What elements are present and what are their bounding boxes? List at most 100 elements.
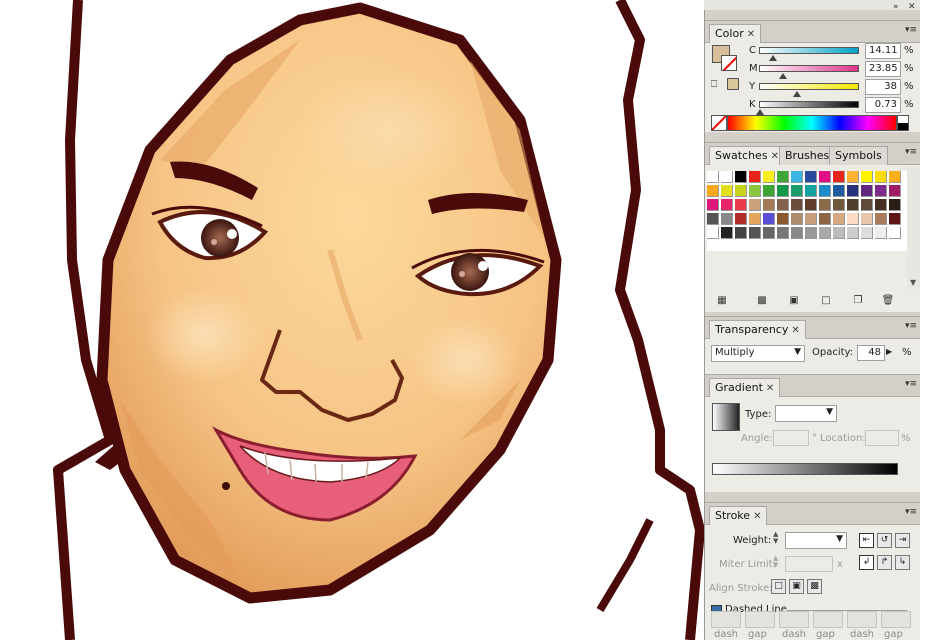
bevel-join-icon[interactable]: ↳ bbox=[895, 555, 910, 570]
delete-swatch-icon[interactable]: 🗑 bbox=[881, 295, 895, 308]
new-color-group-icon[interactable]: □ bbox=[819, 295, 833, 308]
slider-thumb[interactable] bbox=[793, 91, 801, 97]
artboard-canvas[interactable] bbox=[0, 0, 705, 640]
cube-icon[interactable]: ⎕ bbox=[711, 79, 717, 90]
panel-menu-icon[interactable]: ▾≡ bbox=[905, 508, 917, 518]
color-swatch[interactable] bbox=[707, 171, 719, 183]
color-swatch[interactable] bbox=[875, 227, 887, 239]
channel-slider[interactable] bbox=[759, 47, 859, 54]
color-swatch[interactable] bbox=[707, 227, 719, 239]
color-swatch[interactable] bbox=[749, 199, 761, 211]
color-swatch[interactable] bbox=[819, 213, 831, 225]
channel-value-input[interactable]: 14.11 bbox=[865, 43, 901, 59]
color-swatch[interactable] bbox=[819, 185, 831, 197]
color-swatch[interactable] bbox=[889, 199, 901, 211]
color-swatch[interactable] bbox=[847, 185, 859, 197]
align-outside-icon[interactable]: ▩ bbox=[807, 579, 822, 594]
color-swatch[interactable] bbox=[791, 171, 803, 183]
miter-limit-input[interactable] bbox=[785, 556, 833, 572]
color-swatch[interactable] bbox=[875, 185, 887, 197]
color-swatch[interactable] bbox=[791, 227, 803, 239]
color-swatch[interactable] bbox=[721, 171, 733, 183]
color-swatch[interactable] bbox=[791, 185, 803, 197]
color-swatch[interactable] bbox=[749, 227, 761, 239]
color-swatch[interactable] bbox=[861, 199, 873, 211]
tab-transparency[interactable]: Transparency ✕ bbox=[709, 320, 806, 339]
color-swatch[interactable] bbox=[791, 213, 803, 225]
panel-menu-icon[interactable]: ▾≡ bbox=[905, 148, 917, 158]
color-swatch[interactable] bbox=[735, 227, 747, 239]
swatch-libraries-icon[interactable]: ▦ bbox=[715, 295, 729, 308]
color-swatch[interactable] bbox=[833, 227, 845, 239]
swatch-options-icon[interactable]: ▣ bbox=[787, 295, 801, 308]
align-inside-icon[interactable]: ▣ bbox=[789, 579, 804, 594]
color-swatch[interactable] bbox=[889, 171, 901, 183]
channel-value-input[interactable]: 0.73 bbox=[865, 97, 901, 113]
color-swatch[interactable] bbox=[735, 171, 747, 183]
miter-stepper-icon[interactable]: ▲ ▼ bbox=[773, 555, 778, 569]
close-icon[interactable]: ✕ bbox=[747, 29, 755, 40]
color-swatch[interactable] bbox=[833, 199, 845, 211]
color-swatch[interactable] bbox=[875, 199, 887, 211]
color-swatch[interactable] bbox=[777, 171, 789, 183]
none-swatch[interactable] bbox=[711, 115, 727, 131]
color-swatch[interactable] bbox=[777, 227, 789, 239]
color-swatch[interactable] bbox=[749, 213, 761, 225]
butt-cap-icon[interactable]: ⇤ bbox=[859, 533, 874, 548]
miter-join-icon[interactable]: ↲ bbox=[859, 555, 874, 570]
channel-slider[interactable] bbox=[759, 65, 859, 72]
color-swatch[interactable] bbox=[833, 185, 845, 197]
color-swatch[interactable] bbox=[889, 213, 901, 225]
slider-thumb[interactable] bbox=[778, 73, 787, 79]
new-swatch-icon[interactable]: ❐ bbox=[851, 295, 865, 308]
close-icon[interactable]: ✕ bbox=[771, 151, 779, 162]
opacity-stepper-icon[interactable]: ▶ bbox=[886, 347, 892, 356]
color-swatch[interactable] bbox=[735, 185, 747, 197]
color-swatch[interactable] bbox=[861, 227, 873, 239]
channel-slider[interactable] bbox=[759, 101, 859, 108]
color-swatch[interactable] bbox=[861, 185, 873, 197]
color-swatch[interactable] bbox=[749, 185, 761, 197]
in-gamut-swatch[interactable] bbox=[727, 78, 739, 90]
color-swatch[interactable] bbox=[805, 185, 817, 197]
color-swatch[interactable] bbox=[861, 213, 873, 225]
close-icon[interactable]: ✕ bbox=[766, 383, 774, 394]
color-swatch[interactable] bbox=[763, 171, 775, 183]
color-swatch[interactable] bbox=[889, 185, 901, 197]
color-swatch[interactable] bbox=[833, 171, 845, 183]
panel-menu-icon[interactable]: ▾≡ bbox=[905, 322, 917, 332]
color-swatch[interactable] bbox=[721, 227, 733, 239]
color-swatch[interactable] bbox=[805, 227, 817, 239]
tab-stroke[interactable]: Stroke ✕ bbox=[709, 506, 768, 525]
slider-thumb[interactable] bbox=[769, 55, 778, 61]
color-swatch[interactable] bbox=[861, 171, 873, 183]
weight-select[interactable]: ▼ bbox=[785, 532, 847, 549]
blend-mode-select[interactable]: Multiply ▼ bbox=[711, 345, 805, 362]
tab-swatches[interactable]: Swatches ✕ bbox=[709, 146, 785, 165]
portrait-illustration[interactable] bbox=[0, 0, 705, 640]
color-swatch[interactable] bbox=[707, 199, 719, 211]
round-join-icon[interactable]: ↱ bbox=[877, 555, 892, 570]
close-icon[interactable]: ✕ bbox=[791, 325, 799, 336]
color-swatch[interactable] bbox=[819, 171, 831, 183]
color-swatch[interactable] bbox=[875, 171, 887, 183]
color-swatch[interactable] bbox=[763, 213, 775, 225]
close-icon[interactable]: ✕ bbox=[753, 511, 761, 522]
color-swatch[interactable] bbox=[833, 213, 845, 225]
color-swatch[interactable] bbox=[777, 213, 789, 225]
color-swatch[interactable] bbox=[847, 171, 859, 183]
stroke-swatch[interactable] bbox=[721, 55, 737, 71]
angle-input[interactable] bbox=[773, 430, 809, 446]
color-swatch[interactable] bbox=[763, 185, 775, 197]
weight-stepper-icon[interactable]: ▲ ▼ bbox=[773, 531, 778, 545]
gradient-type-select[interactable]: ▼ bbox=[775, 405, 837, 422]
color-swatch[interactable] bbox=[889, 227, 901, 239]
location-input[interactable] bbox=[865, 430, 899, 446]
color-swatch[interactable] bbox=[735, 213, 747, 225]
tab-symbols[interactable]: Symbols bbox=[829, 146, 888, 165]
color-swatch[interactable] bbox=[847, 213, 859, 225]
color-swatch[interactable] bbox=[763, 227, 775, 239]
tab-gradient[interactable]: Gradient ✕ bbox=[709, 378, 781, 397]
swatches-scrollbar[interactable]: ▼ bbox=[907, 167, 921, 289]
color-spectrum-bar[interactable] bbox=[727, 115, 897, 131]
